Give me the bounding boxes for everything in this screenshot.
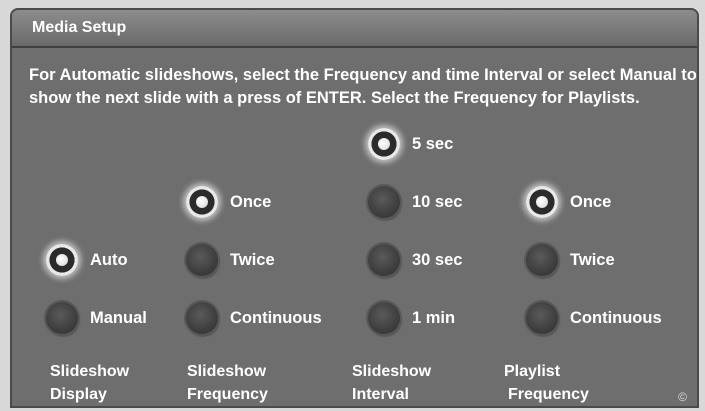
playlist-option-continuous[interactable]: Continuous xyxy=(526,300,662,336)
radio-icon xyxy=(46,244,78,276)
radio-icon xyxy=(368,128,400,160)
page-title: Media Setup xyxy=(32,19,127,36)
column-heading-slideshow-interval: Slideshow Interval xyxy=(352,363,432,403)
option-label: Continuous xyxy=(230,308,322,327)
column-heading-slideshow-frequency: Slideshow Frequency xyxy=(187,363,268,403)
radio-icon xyxy=(368,244,400,276)
display-option-auto[interactable]: Auto xyxy=(46,242,128,278)
option-label: Once xyxy=(230,192,272,211)
radio-icon xyxy=(186,302,218,334)
option-label: Twice xyxy=(230,250,275,269)
title-bar: Media Setup xyxy=(12,10,697,48)
option-label: Manual xyxy=(90,308,147,327)
playlist-option-twice[interactable]: Twice xyxy=(526,242,615,278)
frequency-option-continuous[interactable]: Continuous xyxy=(186,300,322,336)
option-label: 5 sec xyxy=(412,134,454,153)
playlist-option-once[interactable]: Once xyxy=(526,184,611,220)
radio-icon xyxy=(368,186,400,218)
option-label: 10 sec xyxy=(412,192,463,211)
media-setup-panel: Media Setup For Automatic slideshows, se… xyxy=(10,8,699,408)
interval-option-5-sec[interactable]: 5 sec xyxy=(368,126,453,162)
option-label: 1 min xyxy=(412,308,456,327)
radio-icon xyxy=(186,244,218,276)
radio-icon xyxy=(368,302,400,334)
column-heading-slideshow-display: Slideshow Display xyxy=(50,363,130,403)
copyright-mark: © xyxy=(678,390,687,404)
interval-option-1-min[interactable]: 1 min xyxy=(368,300,455,336)
option-label: Continuous xyxy=(570,308,662,327)
option-label: Auto xyxy=(90,250,128,269)
radio-icon xyxy=(186,186,218,218)
column-heading-playlist-frequency: Playlist Frequency xyxy=(504,363,589,403)
instructions-text: For Automatic slideshows, select the Fre… xyxy=(29,66,697,107)
radio-icon xyxy=(526,186,558,218)
radio-icon xyxy=(526,302,558,334)
radio-icon xyxy=(526,244,558,276)
display-option-manual[interactable]: Manual xyxy=(46,300,147,336)
radio-icon xyxy=(46,302,78,334)
option-label: Once xyxy=(570,192,612,211)
interval-option-30-sec[interactable]: 30 sec xyxy=(368,242,462,278)
frequency-option-once[interactable]: Once xyxy=(186,184,271,220)
interval-option-10-sec[interactable]: 10 sec xyxy=(368,184,462,220)
option-label: 30 sec xyxy=(412,250,463,269)
option-label: Twice xyxy=(570,250,615,269)
frequency-option-twice[interactable]: Twice xyxy=(186,242,275,278)
